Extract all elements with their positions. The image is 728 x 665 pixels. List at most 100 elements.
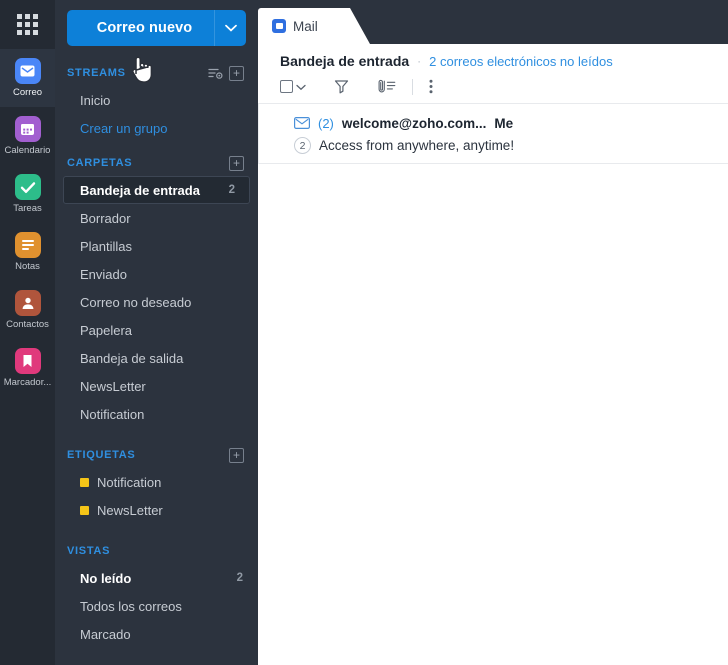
section-title-streams: STREAMS (67, 67, 126, 79)
rail-item-contactos[interactable]: Contactos (0, 281, 55, 339)
section-title-vistas: VISTAS (67, 545, 111, 557)
sidebar-label-newsletter[interactable]: NewsLetter (55, 496, 258, 524)
app-rail: Correo Calendario Tareas Notas Contactos (0, 0, 55, 665)
sidebar-item-label: Inicio (80, 92, 111, 108)
section-header-etiquetas: ETIQUETAS + (55, 442, 258, 468)
page-title: Bandeja de entrada (280, 53, 410, 69)
sidebar-item-correo-no-deseado[interactable]: Correo no deseado (55, 288, 258, 316)
rail-item-calendario[interactable]: Calendario (0, 107, 55, 165)
chevron-down-icon[interactable] (214, 10, 246, 46)
sidebar-item-label: Enviado (80, 266, 127, 282)
sidebar-item-bandeja-de-entrada[interactable]: Bandeja de entrada 2 (63, 176, 250, 204)
sidebar-item-label: Correo no deseado (80, 294, 192, 310)
sidebar-item-notification[interactable]: Notification (55, 400, 258, 428)
sidebar-item-label: Notification (80, 406, 145, 422)
sidebar-item-newsletter[interactable]: NewsLetter (55, 372, 258, 400)
message-subject-line: 2 Access from anywhere, anytime! (294, 137, 728, 154)
zoho-mail-tab-icon (272, 19, 286, 33)
tab-strip: Mail (258, 0, 728, 44)
message-row[interactable]: (2) welcome@zoho.com... Me 2 Access from… (258, 104, 728, 164)
unread-envelope-icon[interactable] (294, 117, 310, 129)
sidebar-item-marcado[interactable]: Marcado (55, 620, 258, 648)
tab-mail[interactable]: Mail (258, 8, 370, 44)
main-panel: Mail Bandeja de entrada · 2 correos elec… (258, 0, 728, 665)
person-icon (14, 290, 41, 316)
chevron-down-icon[interactable] (296, 78, 306, 96)
rail-label-notas: Notas (15, 261, 40, 272)
sidebar-item-count: 2 (236, 572, 243, 584)
message-subject: Access from anywhere, anytime! (319, 138, 515, 153)
unread-badge: 2 (294, 137, 311, 154)
sidebar-item-count: 2 (228, 184, 235, 196)
section-header-streams: STREAMS + (55, 60, 258, 86)
stream-settings-icon[interactable] (208, 67, 223, 80)
sidebar-item-todos-los-correos[interactable]: Todos los correos (55, 592, 258, 620)
compose-label: Correo nuevo (96, 20, 193, 36)
select-all-control[interactable] (280, 70, 320, 104)
sidebar-item-borrador[interactable]: Borrador (55, 204, 258, 232)
rail-label-correo: Correo (12, 87, 43, 98)
apps-grid-icon[interactable] (0, 0, 55, 49)
sidebar-item-label: NewsLetter (97, 502, 163, 518)
sidebar-item-plantillas[interactable]: Plantillas (55, 232, 258, 260)
calendar-icon (14, 116, 41, 142)
sidebar-item-label: Notification (97, 474, 162, 490)
unread-count-link[interactable]: 2 correos electrónicos no leídos (429, 54, 613, 69)
filter-funnel-icon[interactable] (320, 70, 363, 104)
sidebar-item-crear-un-grupo[interactable]: Crear un grupo (55, 114, 258, 142)
sidebar-item-no-leido[interactable]: No leído 2 (55, 564, 258, 592)
mail-icon (14, 58, 41, 84)
sidebar-item-label: Todos los correos (80, 598, 182, 614)
sidebar-label-notification[interactable]: Notification (55, 468, 258, 496)
thread-count: (2) (318, 115, 334, 131)
sidebar-item-label: Borrador (80, 210, 131, 226)
sidebar-item-bandeja-de-salida[interactable]: Bandeja de salida (55, 344, 258, 372)
mail-sidebar: Correo nuevo STREAMS + Inicio Crear un g… (55, 0, 258, 665)
sidebar-item-inicio[interactable]: Inicio (55, 86, 258, 114)
sidebar-item-label: Bandeja de entrada (80, 182, 200, 198)
sidebar-item-label: Papelera (80, 322, 133, 338)
sidebar-item-label: Crear un grupo (80, 120, 168, 136)
sidebar-item-label: NewsLetter (80, 378, 146, 394)
more-vertical-icon[interactable] (415, 70, 447, 104)
zoho-mail-app: Correo Calendario Tareas Notas Contactos (0, 0, 728, 665)
compose-area: Correo nuevo (55, 0, 258, 52)
message-sender: welcome@zoho.com... (341, 115, 487, 131)
sidebar-item-label: Marcado (80, 626, 131, 642)
message-list: (2) welcome@zoho.com... Me 2 Access from… (258, 104, 728, 164)
toolbar-divider (412, 78, 413, 95)
sidebar-item-label: Bandeja de salida (80, 350, 184, 366)
section-title-etiquetas: ETIQUETAS (67, 449, 136, 461)
sidebar-item-enviado[interactable]: Enviado (55, 260, 258, 288)
section-actions-streams: + (208, 65, 244, 81)
rail-label-calendario: Calendario (4, 145, 51, 156)
plus-box-icon-streams[interactable]: + (229, 65, 244, 81)
rail-label-contactos: Contactos (6, 319, 49, 330)
sidebar-item-papelera[interactable]: Papelera (55, 316, 258, 344)
plus-box-icon-etiquetas[interactable]: + (229, 447, 244, 463)
select-all-checkbox[interactable] (280, 80, 293, 93)
rail-item-notas[interactable]: Notas (0, 223, 55, 281)
section-header-vistas: VISTAS (55, 538, 258, 564)
section-header-carpetas: CARPETAS + (55, 150, 258, 176)
rail-item-marcadores[interactable]: Marcador... (0, 339, 55, 397)
sidebar-item-label: Plantillas (80, 238, 133, 254)
check-icon (14, 174, 41, 200)
rail-label-tareas: Tareas (13, 203, 42, 214)
attachment-list-icon[interactable] (363, 70, 410, 104)
notes-icon (14, 232, 41, 258)
message-recipient: Me (494, 115, 514, 131)
apps-grid-glyph (17, 14, 38, 35)
message-header-line: (2) welcome@zoho.com... Me (294, 113, 728, 133)
label-color-swatch (80, 505, 89, 515)
section-actions-etiquetas: + (229, 447, 244, 463)
rail-item-correo[interactable]: Correo (0, 49, 55, 107)
section-title-carpetas: CARPETAS (67, 157, 133, 169)
compose-button[interactable]: Correo nuevo (67, 10, 246, 46)
tab-label: Mail (293, 18, 318, 34)
breadcrumb: Bandeja de entrada · 2 correos electróni… (258, 44, 728, 70)
sidebar-item-label: No leído (80, 570, 132, 586)
plus-box-icon-carpetas[interactable]: + (229, 155, 244, 171)
rail-item-tareas[interactable]: Tareas (0, 165, 55, 223)
section-actions-carpetas: + (229, 155, 244, 171)
